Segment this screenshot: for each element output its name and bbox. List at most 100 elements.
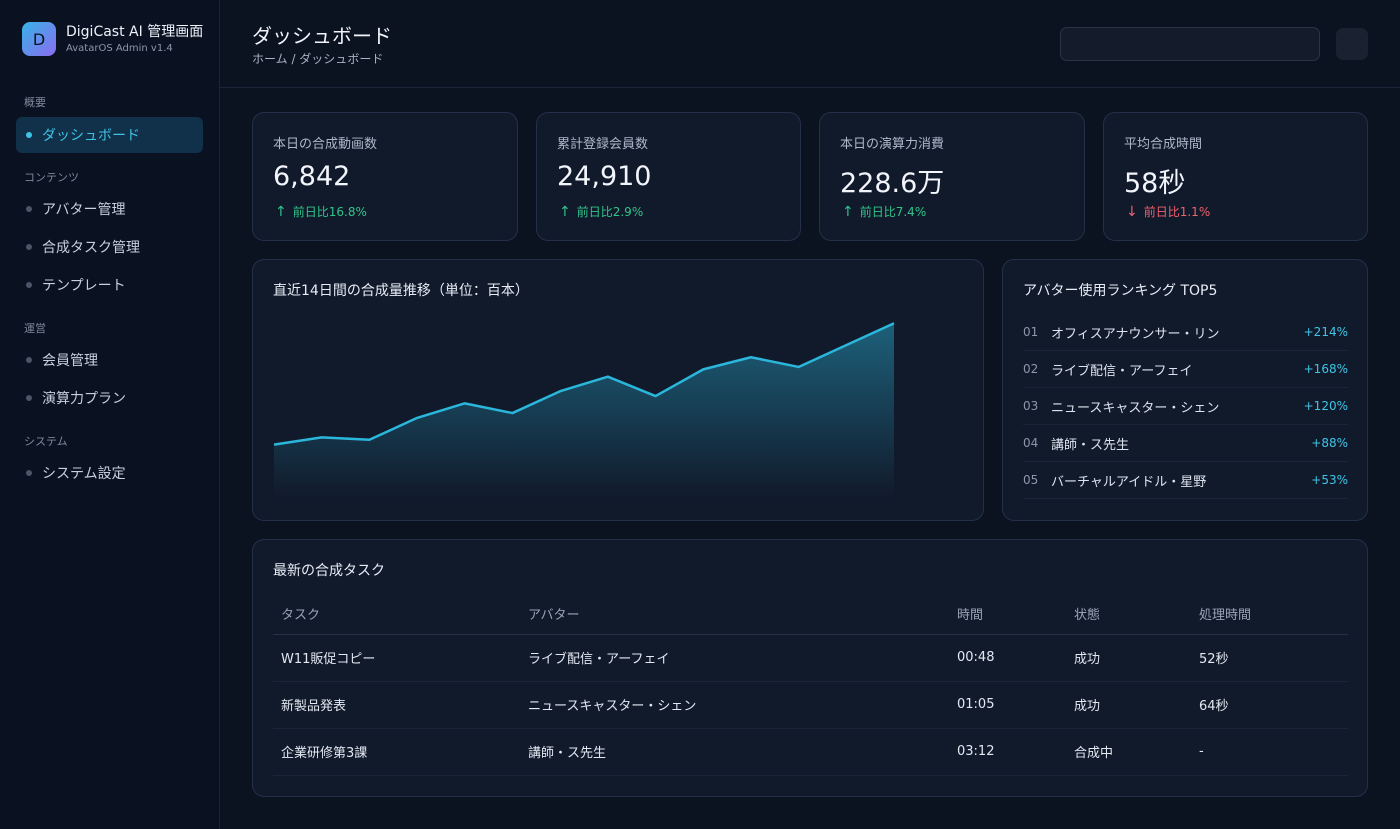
column-header-task[interactable]: タスク: [273, 594, 520, 635]
stat-card-videos: 本日の合成動画数 6,842 ↑ 前日比16.8%: [252, 112, 518, 241]
brand-logo: D: [22, 22, 56, 56]
sidebar-item-members[interactable]: 会員管理: [16, 342, 203, 378]
chart-point-3[interactable]: [363, 434, 375, 446]
chart-point-8[interactable]: [602, 371, 614, 383]
list-item[interactable]: 04 講師・ス先生 +88%: [1023, 425, 1348, 462]
breadcrumb[interactable]: ホーム / ダッシュボード: [252, 50, 383, 67]
arrow-up-icon: ↑: [842, 203, 854, 220]
task-duration: -: [1191, 728, 1348, 776]
task-name: 企業研修第3課: [273, 728, 520, 776]
list-item[interactable]: 01 オフィスアナウンサー・リン +214%: [1023, 314, 1348, 351]
stat-value: 6,842: [273, 161, 351, 192]
chart-point-12[interactable]: [793, 361, 805, 373]
stat-value: 228.6万: [840, 168, 945, 199]
stat-card-members: 累計登録会員数 24,910 ↑ 前日比2.9%: [536, 112, 801, 241]
status-badge: 成功: [1066, 681, 1191, 729]
chart-point-11[interactable]: [745, 351, 757, 363]
chart-point-9[interactable]: [650, 390, 662, 402]
brand: D DigiCast AI 管理画面 AvatarOS Admin v1.4: [22, 22, 203, 56]
chart-point-10[interactable]: [697, 363, 709, 375]
table-row[interactable]: W11販促コピー ライブ配信・アーフェイ 00:48 成功 52秒: [273, 634, 1348, 682]
column-header-status[interactable]: 状態: [1066, 594, 1191, 635]
chart-point-7[interactable]: [554, 385, 566, 397]
column-header-duration[interactable]: 処理時間: [1191, 594, 1348, 635]
chart-point-1[interactable]: [268, 439, 280, 451]
rank-growth: +168%: [1303, 362, 1348, 376]
list-item[interactable]: 03 ニュースキャスター・シェン +120%: [1023, 388, 1348, 425]
stat-label: 累計登録会員数: [557, 137, 649, 152]
trend-chart-card: 直近14日間の合成量推移（単位：百本）: [252, 259, 984, 521]
task-time: 00:48: [949, 634, 1066, 682]
sidebar-item-compute-plans[interactable]: 演算力プラン: [16, 380, 203, 416]
tasks-title: 最新の合成タスク: [273, 563, 385, 579]
bullet-icon: [26, 282, 32, 288]
stat-label: 平均合成時間: [1124, 137, 1203, 152]
tasks-card: 最新の合成タスク タスク アバター 時間 状態 処理時間 W11販促コピー ライ…: [252, 539, 1368, 797]
sidebar-item-label: テンプレート: [42, 278, 126, 294]
brand-subtitle: AvatarOS Admin v1.4: [66, 42, 173, 54]
chart-point-13[interactable]: [840, 339, 852, 351]
stat-label: 本日の合成動画数: [273, 137, 378, 152]
sidebar-item-label: アバター管理: [42, 202, 126, 218]
arrow-up-icon: ↑: [275, 203, 287, 220]
task-time: 01:05: [949, 681, 1066, 729]
search-input[interactable]: [1060, 27, 1320, 61]
bullet-icon: [26, 132, 32, 138]
task-avatar: ライブ配信・アーフェイ: [520, 634, 949, 682]
rank-growth: +53%: [1311, 473, 1348, 487]
chart-area-fill: [274, 323, 894, 498]
nav-section-content: コンテンツ: [24, 171, 79, 184]
stat-change-text: 前日比1.1%: [1143, 205, 1211, 219]
bullet-icon: [26, 244, 32, 250]
chart-point-2[interactable]: [316, 431, 328, 443]
chart-point-5[interactable]: [459, 397, 471, 409]
stat-label: 本日の演算力消費: [840, 137, 945, 152]
tasks-table: タスク アバター 時間 状態 処理時間 W11販促コピー ライブ配信・アーフェイ…: [273, 594, 1348, 776]
stat-change: ↑ 前日比2.9%: [559, 203, 643, 220]
stat-value: 58秒: [1124, 168, 1186, 199]
rank-number: 03: [1023, 399, 1039, 413]
bullet-icon: [26, 206, 32, 212]
list-item[interactable]: 05 バーチャルアイドル・星野 +53%: [1023, 462, 1348, 499]
table-row[interactable]: 新製品発表 ニュースキャスター・シェン 01:05 成功 64秒: [273, 681, 1348, 729]
header: ダッシュボード ホーム / ダッシュボード: [220, 0, 1400, 88]
rank-avatar-name: ライブ配信・アーフェイ: [1051, 363, 1193, 379]
column-header-avatar[interactable]: アバター: [520, 594, 949, 635]
nav-section-overview: 概要: [24, 96, 46, 109]
column-header-time[interactable]: 時間: [949, 594, 1066, 635]
stat-change-text: 前日比7.4%: [859, 205, 927, 219]
chart-point-4[interactable]: [411, 412, 423, 424]
rank-number: 04: [1023, 436, 1039, 450]
arrow-up-icon: ↑: [559, 203, 571, 220]
task-name: W11販促コピー: [273, 634, 520, 682]
stat-change-text: 前日比16.8%: [292, 205, 367, 219]
stat-card-compute: 本日の演算力消費 228.6万 ↑ 前日比7.4%: [819, 112, 1085, 241]
stat-change: ↑ 前日比16.8%: [275, 203, 367, 220]
sidebar-item-system-settings[interactable]: システム設定: [16, 455, 203, 491]
sidebar-item-label: 合成タスク管理: [42, 240, 140, 256]
sidebar-item-templates[interactable]: テンプレート: [16, 267, 203, 303]
brand-title: DigiCast AI 管理画面: [66, 23, 204, 40]
ranking-title: アバター使用ランキング TOP5: [1023, 283, 1218, 299]
stat-card-avg-time: 平均合成時間 58秒 ↓ 前日比1.1%: [1103, 112, 1368, 241]
ranking-list: 01 オフィスアナウンサー・リン +214% 02 ライブ配信・アーフェイ +1…: [1023, 314, 1348, 499]
trend-chart: [268, 317, 900, 498]
rank-number: 02: [1023, 362, 1039, 376]
sidebar-item-tasks[interactable]: 合成タスク管理: [16, 229, 203, 265]
sidebar-item-avatars[interactable]: アバター管理: [16, 191, 203, 227]
sidebar: D DigiCast AI 管理画面 AvatarOS Admin v1.4 概…: [0, 0, 220, 829]
sidebar-item-dashboard[interactable]: ダッシュボード: [16, 117, 203, 153]
stat-change: ↓ 前日比1.1%: [1126, 203, 1210, 220]
sidebar-item-label: 演算力プラン: [42, 391, 126, 407]
page-title: ダッシュボード: [252, 24, 392, 48]
chart-point-6[interactable]: [506, 407, 518, 419]
status-badge: 合成中: [1066, 728, 1191, 776]
table-row[interactable]: 企業研修第3課 講師・ス先生 03:12 合成中 -: [273, 728, 1348, 776]
header-action-button[interactable]: [1336, 28, 1368, 60]
stat-value: 24,910: [557, 161, 652, 192]
nav-section-operations: 運営: [24, 322, 46, 335]
task-avatar: ニュースキャスター・シェン: [520, 681, 949, 729]
sidebar-item-label: ダッシュボード: [42, 128, 140, 144]
chart-point-14[interactable]: [888, 317, 900, 329]
list-item[interactable]: 02 ライブ配信・アーフェイ +168%: [1023, 351, 1348, 388]
